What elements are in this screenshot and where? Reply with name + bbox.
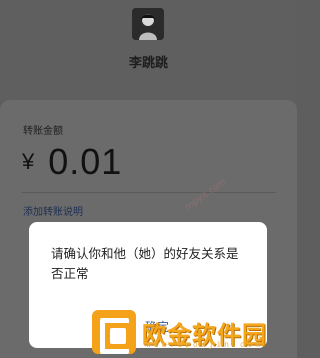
logo-icon [92, 310, 136, 354]
currency-symbol: ¥ [22, 149, 35, 174]
amount-divider [22, 192, 276, 193]
add-transfer-note-link[interactable]: 添加转账说明 [23, 203, 83, 218]
logo-subtext: www.apoujin.com [146, 340, 264, 349]
payee-name: 李跳跳 [128, 55, 168, 70]
avatar-image [132, 8, 164, 40]
amount-value: 0.01 [48, 141, 123, 182]
amount-input[interactable]: ¥ 0.01 [22, 140, 122, 184]
amount-label: 转账金额 [23, 126, 63, 137]
dialog-message: 请确认你和他（她）的好友关系是否正常 [51, 246, 239, 281]
payee-avatar[interactable] [132, 8, 164, 40]
site-logo: 欧金软件园 [92, 306, 297, 358]
